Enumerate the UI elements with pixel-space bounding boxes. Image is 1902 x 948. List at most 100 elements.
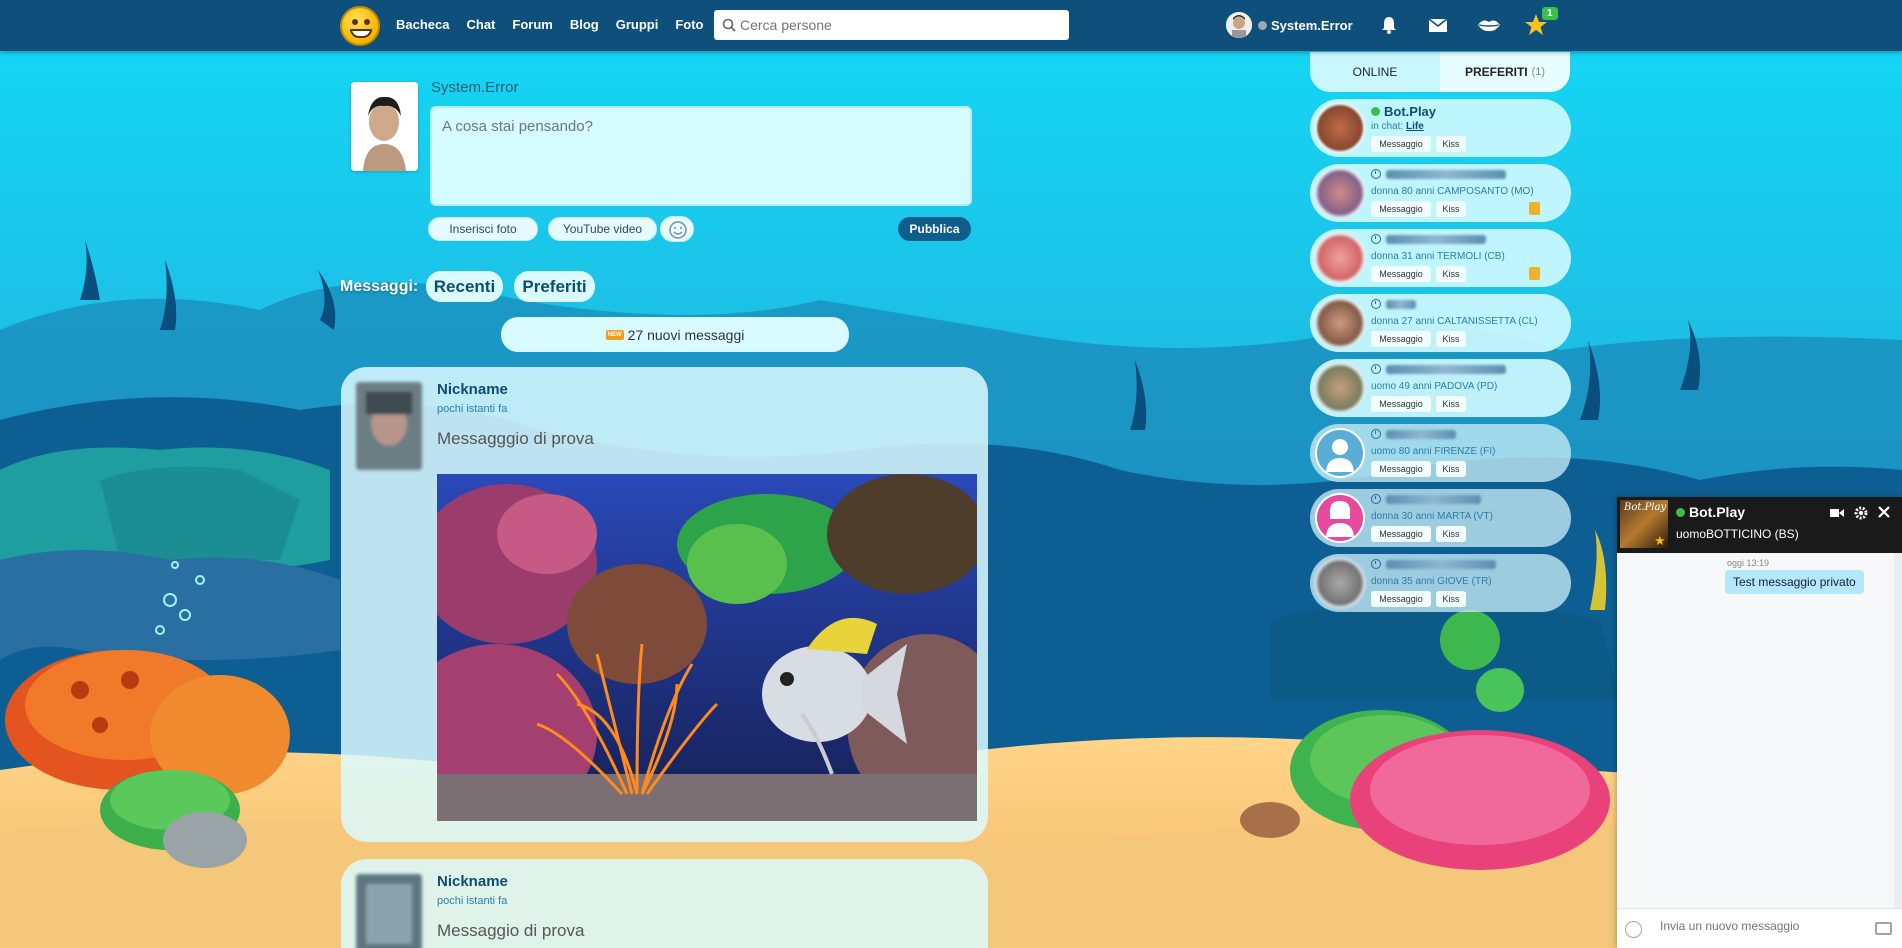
favorite-item[interactable]: uomo 49 anni PADOVA (PD) Messaggio Kiss bbox=[1310, 359, 1571, 417]
nav-gruppi[interactable]: Gruppi bbox=[616, 17, 659, 32]
clock-icon bbox=[1371, 559, 1381, 569]
message-button[interactable]: Messaggio bbox=[1371, 201, 1431, 217]
post-author[interactable]: Nickname bbox=[437, 381, 508, 398]
message-button[interactable]: Messaggio bbox=[1371, 396, 1431, 412]
favorite-item[interactable]: donna 31 anni TERMOLI (CB) Messaggio Kis… bbox=[1310, 229, 1571, 287]
chat-contact-info: uomoBOTTICINO (BS) bbox=[1676, 527, 1799, 541]
kiss-button[interactable]: Kiss bbox=[1436, 331, 1466, 347]
message-button[interactable]: Messaggio bbox=[1371, 461, 1431, 477]
bell-icon[interactable] bbox=[1378, 14, 1400, 36]
chat-contact-name: Bot.Play bbox=[1689, 504, 1746, 520]
favorite-info: donna 30 anni MARTA (VT) bbox=[1371, 511, 1493, 522]
post-text: Messaggio di prova bbox=[437, 921, 585, 940]
status-dot bbox=[1258, 20, 1267, 30]
kiss-button[interactable]: Kiss bbox=[1436, 461, 1466, 477]
close-icon[interactable] bbox=[1877, 505, 1891, 519]
tab-recent[interactable]: Recenti bbox=[426, 271, 503, 302]
tab-favorites[interactable]: Preferiti bbox=[514, 271, 595, 302]
star-icon: ★ bbox=[1654, 533, 1666, 548]
nav-chat[interactable]: Chat bbox=[466, 17, 495, 32]
private-chat-window: Bot.Play ★ Bot.Play uomoBOTTICINO (BS) o… bbox=[1617, 497, 1902, 948]
emoji-button[interactable] bbox=[660, 216, 694, 242]
tab-online[interactable]: ONLINE bbox=[1310, 52, 1440, 92]
messages-label: Messaggi: bbox=[340, 278, 419, 295]
kiss-button[interactable]: Kiss bbox=[1436, 266, 1466, 282]
post-avatar[interactable] bbox=[356, 874, 422, 948]
insert-photo-button[interactable]: Inserisci foto bbox=[428, 217, 538, 241]
favorite-name-blurred bbox=[1386, 234, 1486, 244]
favorite-status: in chat: bbox=[1371, 121, 1404, 132]
nav-forum[interactable]: Forum bbox=[512, 17, 552, 32]
kiss-button[interactable]: Kiss bbox=[1436, 136, 1466, 152]
nav-blog[interactable]: Blog bbox=[570, 17, 599, 32]
chat-timestamp: oggi 13:19 bbox=[1727, 558, 1770, 568]
kiss-button[interactable]: Kiss bbox=[1436, 201, 1466, 217]
gear-icon[interactable] bbox=[1854, 506, 1868, 520]
avatar bbox=[1315, 363, 1365, 413]
stars-badge: 1 bbox=[1542, 7, 1558, 20]
mail-icon[interactable] bbox=[1427, 14, 1449, 36]
composer-avatar bbox=[351, 82, 418, 171]
smiley-icon[interactable] bbox=[1625, 921, 1642, 938]
smiley-icon bbox=[669, 221, 687, 239]
favorite-name-blurred bbox=[1386, 364, 1506, 374]
avatar bbox=[1315, 298, 1365, 348]
tab-preferiti[interactable]: PREFERITI (1) bbox=[1440, 52, 1570, 92]
favorite-name-blurred bbox=[1386, 494, 1481, 504]
favorite-item[interactable]: donna 35 anni GIOVE (TR) Messaggio Kiss bbox=[1310, 554, 1571, 612]
message-button[interactable]: Messaggio bbox=[1371, 266, 1431, 282]
kiss-lips-icon[interactable] bbox=[1476, 14, 1502, 36]
post-avatar[interactable] bbox=[356, 382, 422, 470]
kiss-button[interactable]: Kiss bbox=[1436, 396, 1466, 412]
top-navigation-bar: Bacheca Chat Forum Blog Gruppi Foto Syst… bbox=[0, 0, 1902, 51]
kiss-button[interactable]: Kiss bbox=[1436, 591, 1466, 607]
online-dot bbox=[1371, 107, 1380, 116]
message-button[interactable]: Messaggio bbox=[1371, 331, 1431, 347]
composer-username: System.Error bbox=[431, 79, 519, 96]
favorite-item[interactable]: donna 30 anni MARTA (VT) Messaggio Kiss bbox=[1310, 489, 1571, 547]
logo-smiley-icon[interactable] bbox=[340, 6, 380, 46]
new-badge: NEW bbox=[605, 329, 624, 340]
camera-icon[interactable] bbox=[1875, 922, 1892, 935]
chat-room-link[interactable]: Life bbox=[1406, 121, 1424, 132]
favorite-item[interactable]: donna 80 anni CAMPOSANTO (MO) Messaggio … bbox=[1310, 164, 1571, 222]
post-card: Nickname pochi istanti fa Messagggio di … bbox=[341, 367, 988, 842]
message-button[interactable]: Messaggio bbox=[1371, 136, 1431, 152]
post-text: Messagggio di prova bbox=[437, 429, 594, 448]
favorite-name-blurred bbox=[1386, 299, 1416, 309]
favorite-item[interactable]: Bot.Play in chat: Life Messaggio Kiss bbox=[1310, 99, 1571, 157]
clock-icon bbox=[1371, 494, 1381, 504]
chat-scrollbar[interactable] bbox=[1894, 553, 1902, 908]
message-button[interactable]: Messaggio bbox=[1371, 526, 1431, 542]
favorite-name-blurred bbox=[1386, 429, 1456, 439]
user-menu[interactable]: System.Error bbox=[1226, 12, 1353, 38]
avatar bbox=[1315, 103, 1365, 153]
status-input[interactable] bbox=[430, 106, 972, 206]
favorite-name-blurred bbox=[1386, 169, 1506, 179]
favorite-item[interactable]: uomo 80 anni FIRENZE (FI) Messaggio Kiss bbox=[1310, 424, 1571, 482]
post-time: pochi istanti fa bbox=[437, 895, 508, 907]
post-image-aquarium[interactable] bbox=[437, 474, 977, 821]
avatar bbox=[1315, 558, 1365, 608]
search-input[interactable] bbox=[740, 17, 1060, 33]
favorite-item[interactable]: donna 27 anni CALTANISSETTA (CL) Messagg… bbox=[1310, 294, 1571, 352]
post-author[interactable]: Nickname bbox=[437, 873, 508, 890]
chat-avatar-text: Bot.Play bbox=[1624, 502, 1667, 513]
post-card: Nickname pochi istanti fa Messaggio di p… bbox=[341, 859, 988, 948]
chat-message-input[interactable] bbox=[1660, 919, 1860, 933]
clock-icon bbox=[1371, 169, 1381, 179]
favorite-info: donna 31 anni TERMOLI (CB) bbox=[1371, 251, 1505, 262]
note-icon[interactable] bbox=[1529, 202, 1540, 215]
nav-bacheca[interactable]: Bacheca bbox=[396, 17, 449, 32]
note-icon[interactable] bbox=[1529, 267, 1540, 280]
chat-header[interactable]: Bot.Play ★ Bot.Play uomoBOTTICINO (BS) bbox=[1617, 497, 1902, 553]
message-button[interactable]: Messaggio bbox=[1371, 591, 1431, 607]
new-messages-button[interactable]: NEW 27 nuovi messaggi bbox=[501, 317, 849, 352]
avatar bbox=[1315, 168, 1365, 218]
youtube-video-button[interactable]: YouTube video bbox=[548, 217, 657, 241]
clock-icon bbox=[1371, 234, 1381, 244]
kiss-button[interactable]: Kiss bbox=[1436, 526, 1466, 542]
nav-foto[interactable]: Foto bbox=[675, 17, 703, 32]
video-call-icon[interactable] bbox=[1830, 507, 1844, 519]
publish-button[interactable]: Pubblica bbox=[898, 217, 971, 241]
